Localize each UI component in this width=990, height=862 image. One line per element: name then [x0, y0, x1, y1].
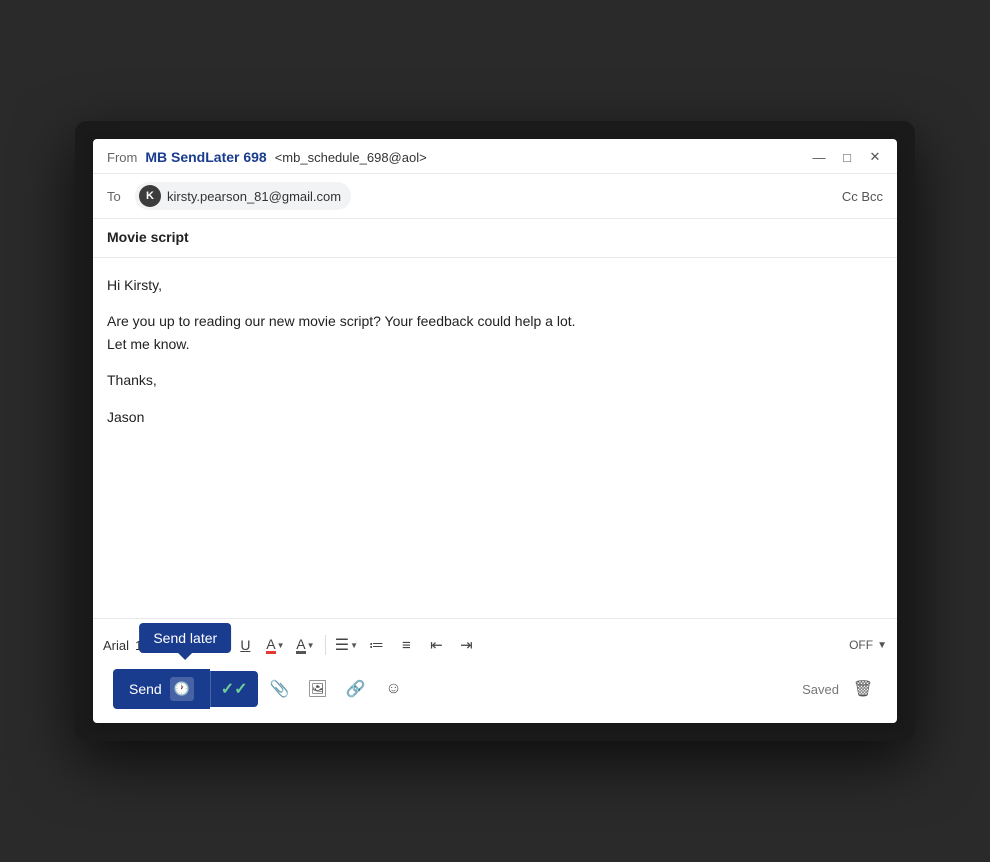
body-signature: Jason: [107, 406, 883, 428]
attachment-icon: 📎: [270, 679, 290, 699]
subject-text: Movie script: [107, 229, 189, 245]
ordered-list-button[interactable]: ≔: [362, 631, 390, 659]
indent-increase-button[interactable]: ⇥: [452, 631, 480, 659]
action-bar-right: Saved 🗑: [802, 675, 877, 703]
highlight-button[interactable]: A ▼: [291, 631, 319, 659]
minimize-button[interactable]: —: [811, 149, 827, 165]
toolbar-area: Arial 10 ▼ B I U A ▼ A ▼ ☰: [93, 618, 897, 723]
window-controls: — □ ✕: [811, 149, 883, 165]
trash-icon: 🗑: [853, 679, 873, 699]
link-icon: 🔗: [346, 679, 366, 699]
email-body[interactable]: Hi Kirsty, Are you up to reading our new…: [93, 258, 897, 618]
off-label: OFF: [849, 638, 873, 652]
window-shadow: From MB SendLater 698 <mb_schedule_698@a…: [75, 121, 915, 741]
to-label: To: [107, 189, 127, 204]
sender-email: <mb_schedule_698@aol>: [275, 150, 427, 165]
delete-button[interactable]: 🗑: [849, 675, 877, 703]
close-button[interactable]: ✕: [867, 149, 883, 165]
emoji-icon: ☺: [385, 680, 401, 698]
underline-button[interactable]: U: [231, 631, 259, 659]
highlight-chevron-icon: ▼: [307, 641, 315, 650]
checkmark-icon: ✓✓: [221, 679, 248, 699]
compose-window: From MB SendLater 698 <mb_schedule_698@a…: [93, 139, 897, 723]
to-row: To K kirsty.pearson_81@gmail.com Cc Bcc: [93, 174, 897, 219]
title-bar: From MB SendLater 698 <mb_schedule_698@a…: [93, 139, 897, 174]
sender-name: MB SendLater 698: [145, 149, 266, 165]
align-chevron-icon: ▼: [350, 641, 358, 650]
recipient-chip[interactable]: K kirsty.pearson_81@gmail.com: [135, 182, 351, 210]
toolbar-separator-1: [325, 635, 326, 655]
link-button[interactable]: 🔗: [340, 673, 372, 705]
recipient-email: kirsty.pearson_81@gmail.com: [167, 189, 341, 204]
recipient-avatar: K: [139, 185, 161, 207]
from-label: From: [107, 150, 137, 165]
font-color-button[interactable]: A ▼: [261, 631, 289, 659]
align-button[interactable]: ☰ ▼: [332, 631, 360, 659]
send-check-button[interactable]: ✓✓: [210, 671, 258, 707]
send-button-group: Send later Send 🕐 ✓✓: [113, 669, 258, 709]
image-icon: 🖼: [307, 679, 327, 699]
attachment-button[interactable]: 📎: [264, 673, 296, 705]
font-selector[interactable]: Arial: [103, 638, 129, 653]
body-greeting: Hi Kirsty,: [107, 274, 883, 296]
emoji-button[interactable]: ☺: [378, 673, 410, 705]
send-later-tooltip: Send later: [139, 623, 231, 653]
unordered-list-button[interactable]: ≡: [392, 631, 420, 659]
maximize-button[interactable]: □: [839, 149, 855, 165]
send-clock-icon[interactable]: 🕐: [170, 677, 194, 701]
toolbar-right: OFF ▼: [849, 638, 887, 652]
from-section: From MB SendLater 698 <mb_schedule_698@a…: [107, 149, 427, 165]
indent-decrease-button[interactable]: ⇤: [422, 631, 450, 659]
font-color-chevron-icon: ▼: [277, 641, 285, 650]
action-bar: Send later Send 🕐 ✓✓ 📎 🖼 🔗: [103, 663, 887, 719]
subject-row: Movie script: [93, 219, 897, 258]
off-chevron-icon: ▼: [877, 640, 887, 651]
body-paragraph1: Are you up to reading our new movie scri…: [107, 310, 883, 355]
send-button[interactable]: Send 🕐: [113, 669, 210, 709]
image-button[interactable]: 🖼: [302, 673, 334, 705]
body-signoff: Thanks,: [107, 369, 883, 391]
cc-bcc-button[interactable]: Cc Bcc: [842, 189, 883, 204]
saved-label: Saved: [802, 682, 839, 697]
